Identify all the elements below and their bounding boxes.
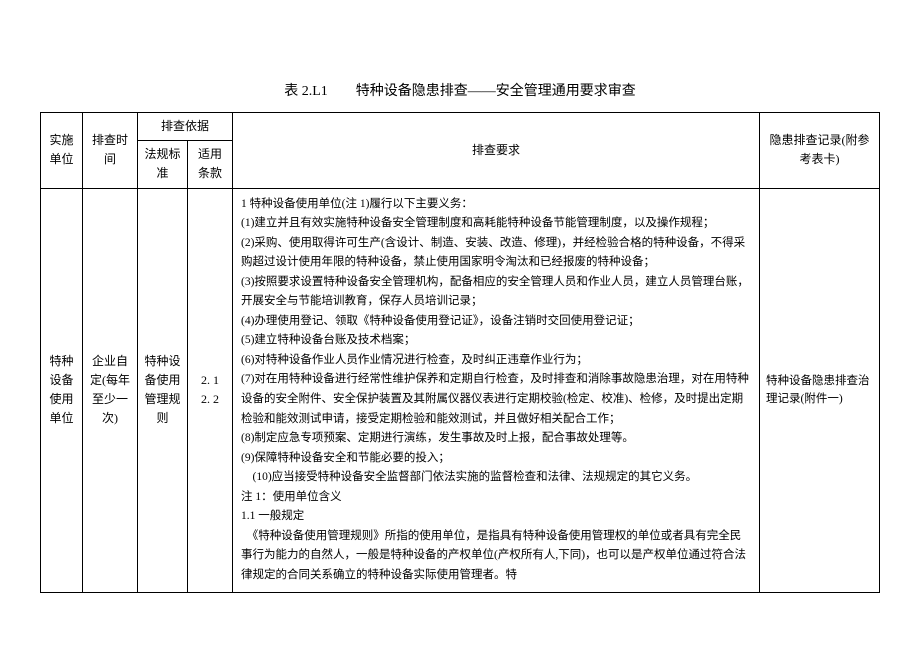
cell-clause: 2. 1 2. 2 [188, 188, 233, 592]
cell-requirement: 1 特种设备使用单位(注 1)履行以下主要义务： (1)建立并且有效实施特种设备… [233, 188, 760, 592]
header-law: 法规标准 [138, 141, 188, 188]
header-record: 隐患排查记录(附参考表卡) [760, 113, 880, 189]
header-requirement: 排查要求 [233, 113, 760, 189]
table-row: 特种设备使用单位 企业自定(每年至少一次) 特种设备使用管理规则 2. 1 2.… [41, 188, 880, 592]
cell-law: 特种设备使用管理规则 [138, 188, 188, 592]
table-title: 表 2.L1 特种设备隐患排查——安全管理通用要求审查 [40, 80, 880, 100]
table-header-row: 实施单位 排查时间 排查依据 排查要求 隐患排查记录(附参考表卡) [41, 113, 880, 141]
cell-record: 特种设备隐患排查治理记录(附件一) [760, 188, 880, 592]
cell-time: 企业自定(每年至少一次) [83, 188, 138, 592]
header-basis: 排查依据 [138, 113, 233, 141]
header-unit: 实施单位 [41, 113, 83, 189]
requirements-table: 实施单位 排查时间 排查依据 排查要求 隐患排查记录(附参考表卡) 法规标准 适… [40, 112, 880, 593]
cell-unit: 特种设备使用单位 [41, 188, 83, 592]
header-clause: 适用条款 [188, 141, 233, 188]
header-time: 排查时间 [83, 113, 138, 189]
